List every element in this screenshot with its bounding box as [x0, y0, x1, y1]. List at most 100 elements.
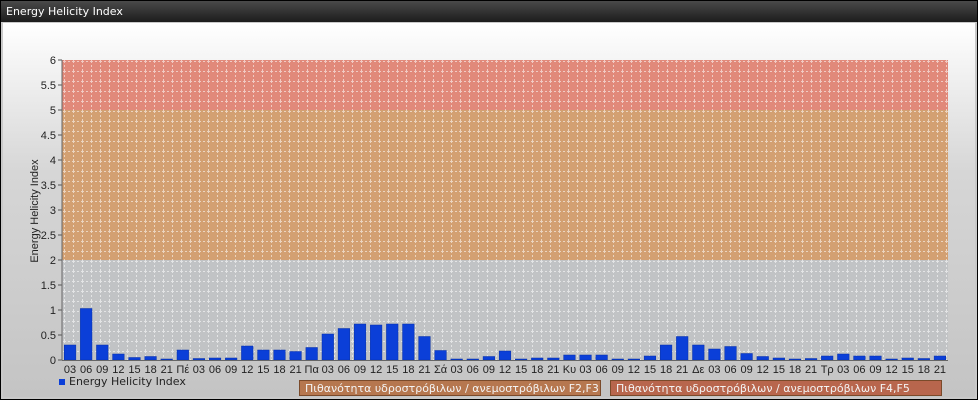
- x-tick-label: 06: [596, 364, 608, 376]
- bar-18[interactable]: [353, 323, 367, 361]
- bar-46[interactable]: [805, 358, 818, 361]
- bar-22[interactable]: [418, 336, 431, 361]
- bar-38[interactable]: [676, 336, 689, 361]
- bar-37[interactable]: [660, 344, 673, 361]
- bar-26[interactable]: [482, 356, 495, 361]
- bar-39[interactable]: [692, 344, 705, 361]
- x-tick-label: 21: [418, 364, 430, 376]
- bar-19[interactable]: [370, 324, 383, 361]
- y-tick-label: 3: [50, 205, 56, 217]
- bar-0[interactable]: [64, 344, 77, 361]
- bar-13[interactable]: [273, 349, 286, 361]
- bar-7[interactable]: [176, 349, 189, 361]
- series-swatch: [59, 378, 65, 385]
- bar-21[interactable]: [402, 323, 415, 361]
- bar-5[interactable]: [144, 356, 157, 361]
- x-tick-label: 03: [837, 364, 849, 376]
- x-tick-label: 15: [386, 364, 398, 376]
- x-tick-label: 12: [628, 364, 640, 376]
- x-tick-label: 18: [273, 364, 285, 376]
- x-tick-label: 15: [515, 364, 527, 376]
- bar-54[interactable]: [933, 355, 946, 361]
- bar-53[interactable]: [917, 358, 930, 361]
- x-tick-label: 21: [934, 364, 946, 376]
- y-tick-label: 1.5: [41, 280, 56, 292]
- bar-11[interactable]: [241, 345, 254, 361]
- bar-24[interactable]: [450, 358, 463, 361]
- bar-25[interactable]: [466, 358, 479, 361]
- bar-15[interactable]: [305, 347, 318, 361]
- bar-49[interactable]: [853, 355, 866, 361]
- x-tick-label: Κυ: [563, 364, 576, 376]
- bar-30[interactable]: [547, 357, 560, 361]
- bar-47[interactable]: [821, 355, 834, 361]
- legend-band-f2-f3-label: Πιθανότητα υδροστρόβιλων / ανεμοστρόβιλω…: [305, 382, 599, 395]
- chart-window: Energy Helicity Index 0 0.5 1 1.5 2 2.5 3 3.5 4 4…: [0, 0, 978, 400]
- bar-27[interactable]: [498, 350, 512, 361]
- bar-45[interactable]: [788, 358, 802, 361]
- x-tick-label: 03: [708, 364, 720, 376]
- ehi-bar-chart: 0 0.5 1 1.5 2 2.5 3 3.5 4 4.5 5 5.5 6 03 06 09 12 15 18 21…: [29, 55, 948, 376]
- bar-36[interactable]: [643, 355, 657, 361]
- x-tick-label: 09: [354, 364, 366, 376]
- x-tick-label: 15: [257, 364, 269, 376]
- bar-17[interactable]: [337, 328, 350, 361]
- x-tick-label: 12: [370, 364, 382, 376]
- bar-12[interactable]: [257, 349, 270, 361]
- x-tick-label: 21: [289, 364, 301, 376]
- bar-31[interactable]: [563, 354, 576, 361]
- bar-28[interactable]: [515, 358, 528, 361]
- series-legend[interactable]: Energy Helicity Index: [59, 375, 186, 388]
- bar-2[interactable]: [96, 344, 109, 361]
- series-legend-label: Energy Helicity Index: [69, 375, 186, 388]
- x-tick-label: 06: [467, 364, 479, 376]
- bar-44[interactable]: [772, 357, 785, 361]
- y-tick-label: 4: [50, 155, 56, 167]
- bar-40[interactable]: [708, 348, 721, 361]
- bar-10[interactable]: [225, 357, 238, 361]
- bar-48[interactable]: [837, 353, 850, 361]
- bar-4[interactable]: [128, 357, 141, 361]
- x-tick-label: 09: [483, 364, 495, 376]
- bar-16[interactable]: [321, 333, 334, 361]
- bar-34[interactable]: [611, 358, 624, 361]
- x-tick-label: 18: [918, 364, 930, 376]
- bar-8[interactable]: [192, 358, 205, 361]
- x-tick-label: 18: [660, 364, 672, 376]
- y-tick-label: 3.5: [41, 180, 56, 192]
- x-tick-label: 15: [644, 364, 656, 376]
- y-tick-label: 6: [50, 55, 56, 67]
- y-axis-label: Energy Helicity Index: [29, 159, 41, 263]
- legend-band-f2-f3[interactable]: Πιθανότητα υδροστρόβιλων / ανεμοστρόβιλω…: [299, 380, 601, 396]
- bar-32[interactable]: [579, 354, 592, 361]
- y-tick-label: 1: [50, 305, 56, 317]
- bar-42[interactable]: [740, 353, 753, 361]
- x-tick-label: Τρ: [821, 364, 834, 376]
- x-tick-label: 03: [322, 364, 334, 376]
- y-tick-label: 2.5: [41, 230, 56, 242]
- x-tick-label: 18: [789, 364, 801, 376]
- bar-1[interactable]: [80, 308, 93, 361]
- x-tick-label: Δε: [692, 364, 704, 376]
- bar-50[interactable]: [869, 355, 882, 361]
- bar-14[interactable]: [289, 351, 302, 361]
- bar-41[interactable]: [724, 346, 737, 361]
- bar-23[interactable]: [434, 350, 447, 361]
- x-tick-label: 12: [757, 364, 769, 376]
- bar-6[interactable]: [160, 358, 173, 361]
- bar-43[interactable]: [756, 356, 769, 361]
- bar-29[interactable]: [531, 357, 544, 361]
- y-tick-label: 5: [50, 105, 56, 117]
- bar-20[interactable]: [386, 323, 399, 361]
- bar-35[interactable]: [627, 358, 640, 361]
- bar-9[interactable]: [208, 357, 222, 361]
- bar-52[interactable]: [901, 357, 914, 361]
- x-tick-label: 09: [225, 364, 237, 376]
- legend-band-f4-f5[interactable]: Πιθανότητα υδροστρόβιλων / ανεμοστρόβιλω…: [610, 380, 942, 396]
- x-tick-label: 03: [193, 364, 205, 376]
- x-tick-label: 09: [612, 364, 624, 376]
- bar-3[interactable]: [112, 353, 125, 361]
- bar-33[interactable]: [595, 354, 608, 361]
- bar-51[interactable]: [885, 358, 898, 361]
- x-tick-label: 12: [499, 364, 511, 376]
